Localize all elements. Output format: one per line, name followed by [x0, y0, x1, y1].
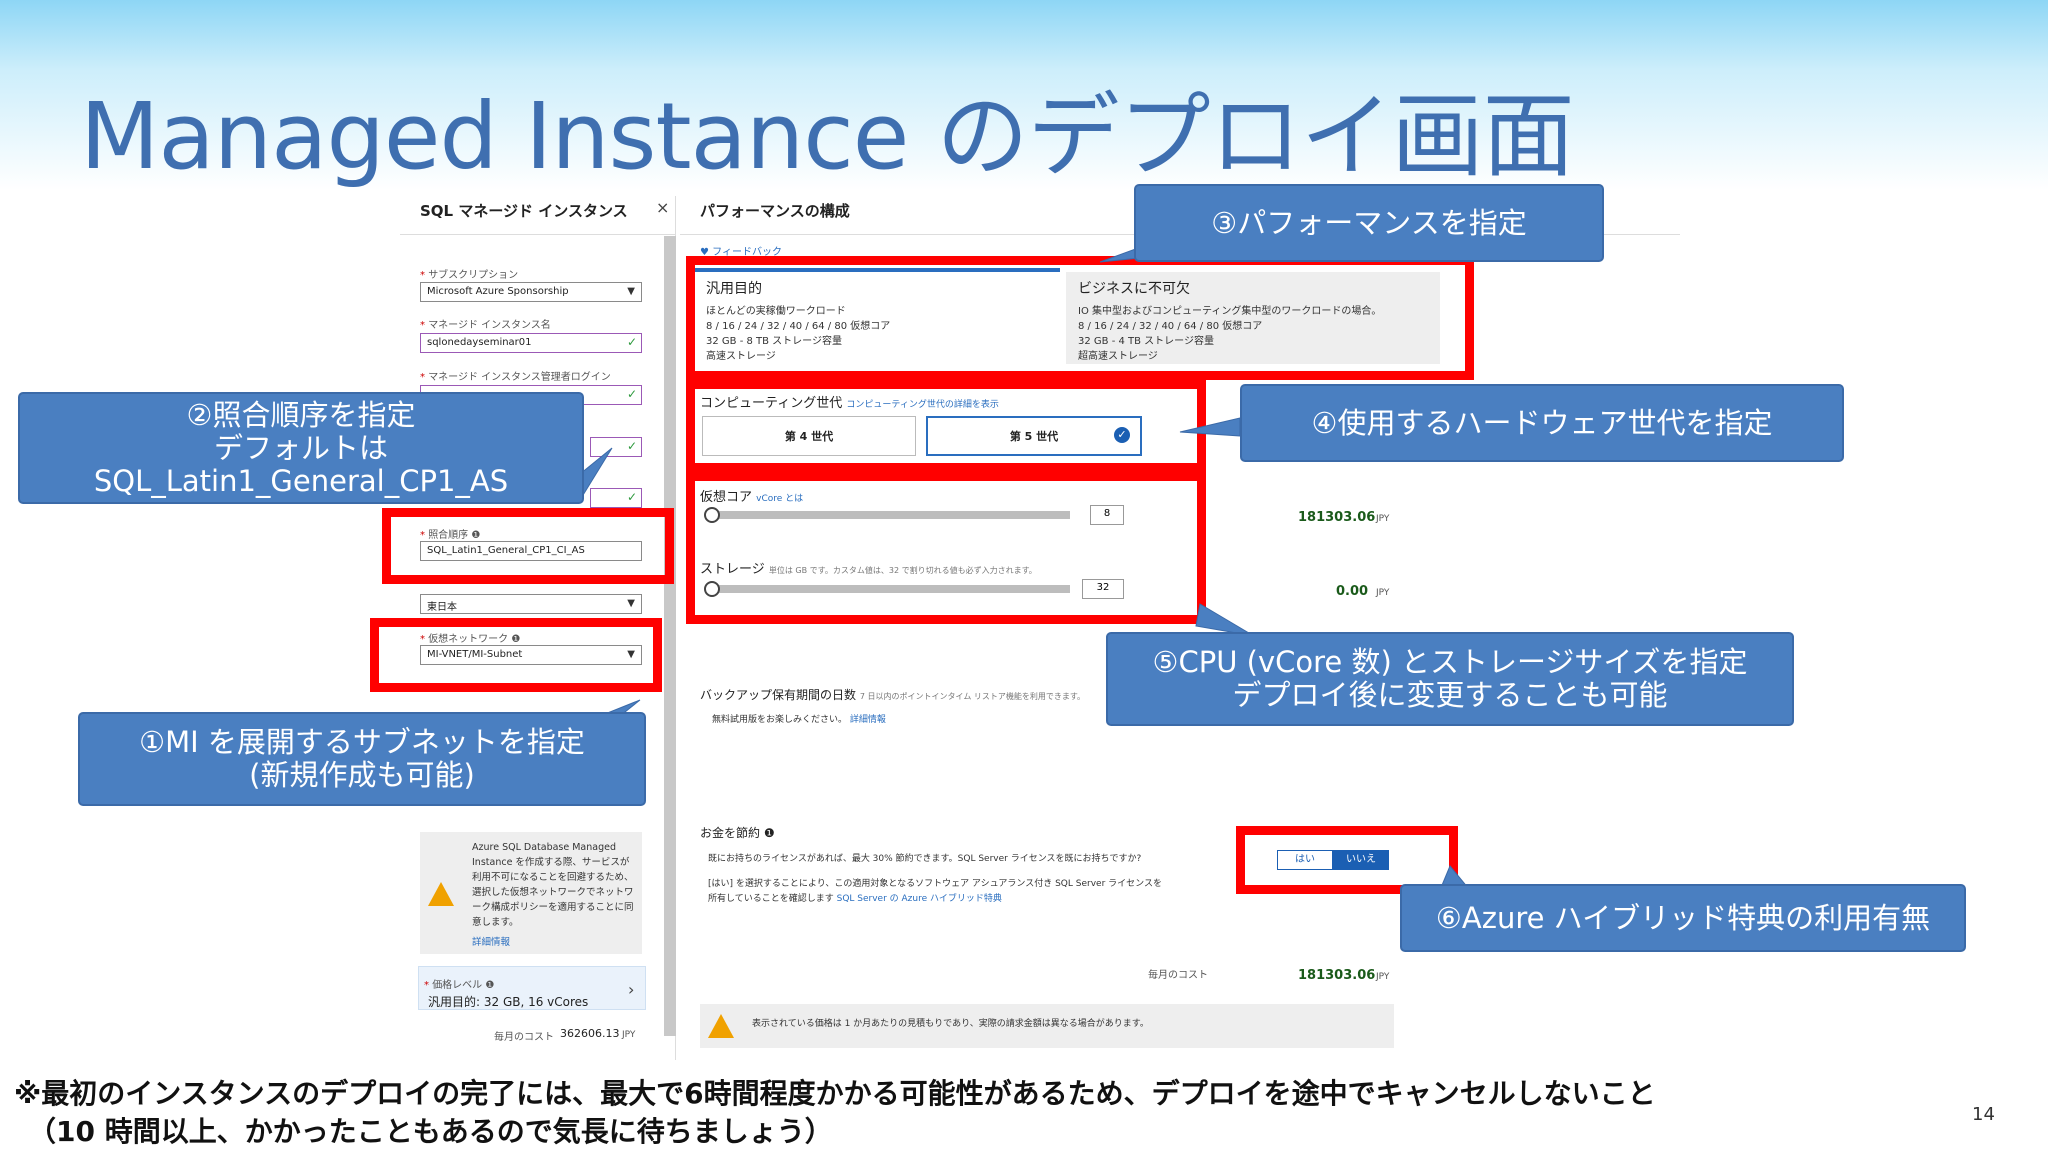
- footnote-line2: （10 時間以上、かかったこともあるので気長に待ちましょう）: [28, 1115, 833, 1148]
- callout-text: ②照合順序を指定: [186, 397, 416, 432]
- callout-hardware-gen: ④使用するハードウェア世代を指定: [1240, 384, 1844, 462]
- callout-text: ③パフォーマンスを指定: [1211, 205, 1527, 240]
- callout-vcore-storage: ⑤CPU (vCore 数) とストレージサイズを指定 デプロイ後に変更すること…: [1106, 632, 1794, 726]
- callout-text: ④使用するハードウェア世代を指定: [1311, 405, 1773, 440]
- callout-text: SQL_Latin1_General_CP1_AS: [93, 463, 509, 498]
- callout-text: ①MI を展開するサブネットを指定: [139, 725, 585, 759]
- callout-collation: ②照合順序を指定 デフォルトは SQL_Latin1_General_CP1_A…: [18, 392, 584, 504]
- callout-text: (新規作成も可能): [249, 758, 475, 792]
- footnote-line1: ※最初のインスタンスのデプロイの完了には、最大で6時間程度かかる可能性があるため…: [14, 1077, 1656, 1110]
- callout-subnet: ①MI を展開するサブネットを指定 (新規作成も可能): [78, 712, 646, 806]
- callout-performance: ③パフォーマンスを指定: [1134, 184, 1604, 262]
- callout-text: デフォルトは: [213, 430, 388, 465]
- callout-pointers: [546, 239, 1480, 901]
- page-number: 14: [1972, 1104, 1995, 1125]
- callout-text: ⑤CPU (vCore 数) とストレージサイズを指定: [1152, 645, 1748, 679]
- callout-hybrid-benefit: ⑥Azure ハイブリッド特典の利用有無: [1400, 884, 1966, 952]
- callout-text: ⑥Azure ハイブリッド特典の利用有無: [1435, 900, 1931, 935]
- callout-text: デプロイ後に変更することも可能: [1232, 678, 1668, 712]
